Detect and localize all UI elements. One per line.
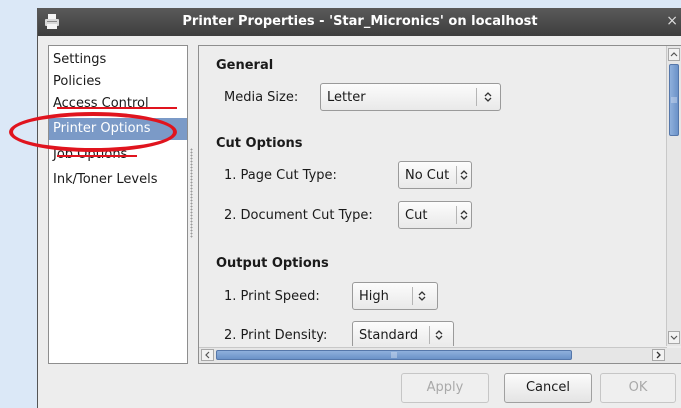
scroll-left-arrow-icon[interactable]	[201, 349, 214, 361]
horizontal-scroll-thumb[interactable]	[216, 350, 572, 360]
print-speed-label: 1. Print Speed:	[224, 289, 320, 304]
combo-separator	[456, 166, 457, 184]
strike-line-access-control	[57, 107, 177, 109]
window-title: Printer Properties - 'Star_Micronics' on…	[182, 14, 538, 29]
combo-separator	[456, 206, 457, 224]
sidebar-item-settings[interactable]: Settings	[49, 49, 187, 71]
sidebar-item-printer-options[interactable]: Printer Options	[49, 118, 187, 140]
print-density-select[interactable]: Standard	[352, 321, 454, 346]
document-cut-type-select[interactable]: Cut	[398, 201, 472, 229]
media-size-label: Media Size:	[224, 90, 299, 105]
media-size-select[interactable]: Letter	[320, 83, 501, 111]
scroll-down-arrow-icon[interactable]	[668, 331, 680, 344]
media-size-value: Letter	[327, 90, 366, 105]
options-scroll-area: General Media Size: Letter Cut Options 1…	[199, 46, 667, 346]
sidebar-item-ink-toner-levels[interactable]: Ink/Toner Levels	[49, 169, 187, 191]
print-density-value: Standard	[359, 328, 419, 343]
title-bar[interactable]: Printer Properties - 'Star_Micronics' on…	[38, 8, 681, 36]
combo-separator	[429, 326, 430, 344]
combo-separator	[476, 88, 477, 106]
vertical-scroll-thumb[interactable]	[669, 64, 679, 136]
section-title-general: General	[216, 58, 274, 73]
updown-arrows-icon	[484, 92, 492, 102]
pane-splitter[interactable]	[190, 148, 193, 238]
combo-separator	[412, 287, 413, 305]
updown-arrows-icon	[460, 170, 468, 180]
updown-arrows-icon	[418, 291, 426, 301]
printer-properties-window: Printer Properties - 'Star_Micronics' on…	[37, 8, 681, 408]
sidebar-item-policies[interactable]: Policies	[49, 71, 187, 93]
document-cut-type-value: Cut	[405, 208, 428, 223]
options-panel: General Media Size: Letter Cut Options 1…	[198, 45, 681, 364]
scroll-corner	[667, 348, 681, 363]
close-icon[interactable]: ×	[666, 13, 678, 29]
sidebar-item-access-control[interactable]: Access Control	[49, 93, 187, 115]
scroll-up-arrow-icon[interactable]	[668, 48, 680, 61]
horizontal-scrollbar[interactable]	[199, 347, 667, 363]
print-speed-select[interactable]: High	[352, 282, 438, 310]
apply-button[interactable]: Apply	[401, 373, 489, 403]
document-cut-type-label: 2. Document Cut Type:	[224, 208, 373, 223]
section-title-output-options: Output Options	[216, 256, 329, 271]
strike-line-job-options	[57, 155, 137, 157]
ok-button[interactable]: OK	[600, 373, 676, 403]
print-speed-value: High	[359, 289, 389, 304]
section-title-cut-options: Cut Options	[216, 136, 303, 151]
cancel-button[interactable]: Cancel	[504, 373, 592, 403]
page-cut-type-select[interactable]: No Cut	[398, 161, 472, 189]
section-list: Settings Policies Access Control Printer…	[48, 45, 188, 364]
page-cut-type-value: No Cut	[405, 168, 450, 183]
vertical-scrollbar[interactable]	[666, 46, 681, 346]
print-density-label: 2. Print Density:	[224, 328, 328, 343]
page-cut-type-label: 1. Page Cut Type:	[224, 168, 337, 183]
scroll-right-arrow-icon[interactable]	[652, 349, 665, 361]
updown-arrows-icon	[435, 330, 443, 340]
updown-arrows-icon	[460, 210, 468, 220]
